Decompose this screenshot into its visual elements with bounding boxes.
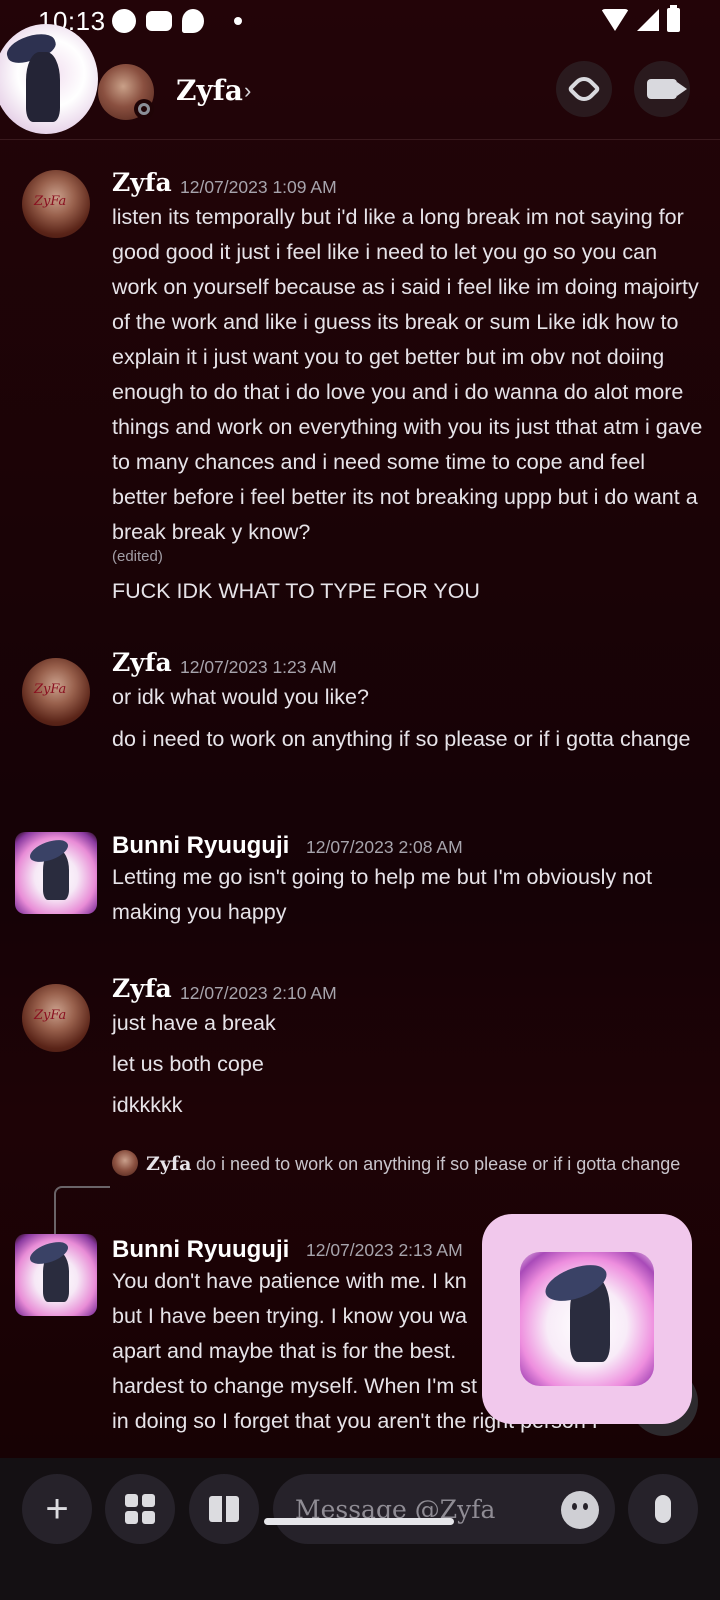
video-call-button[interactable] <box>634 61 690 117</box>
message-text: idkkkkk <box>112 1093 183 1117</box>
message-text: Letting me go isn't going to help me but… <box>112 865 653 924</box>
chat-header: Zyfa › <box>0 44 720 140</box>
message-timestamp: 12/07/2023 1:09 AM <box>180 177 337 197</box>
user-avatar[interactable] <box>22 658 90 726</box>
wifi-icon <box>601 9 629 31</box>
microphone-icon <box>655 1495 671 1523</box>
message-text: or idk what would you like? <box>112 685 369 709</box>
plus-icon: + <box>45 1486 69 1531</box>
reply-connector <box>54 1186 110 1236</box>
message-text: just have a break <box>112 1011 276 1035</box>
message-timestamp: 12/07/2023 2:13 AM <box>306 1240 463 1260</box>
emoji-icon[interactable] <box>561 1491 599 1529</box>
video-icon <box>647 79 677 99</box>
message-text: let us both cope <box>112 1052 264 1076</box>
reply-preview-text[interactable]: do i need to work on anything if so plea… <box>112 1150 692 1178</box>
battery-icon <box>667 5 680 32</box>
cell-signal-icon <box>637 9 659 31</box>
gift-button[interactable] <box>189 1474 259 1544</box>
message-author[interactable]: Bunni Ryuuguji <box>112 1236 289 1264</box>
message-author[interactable]: Zyfa <box>112 974 172 1003</box>
user-avatar[interactable] <box>22 984 90 1052</box>
message-text: do i need to work on anything if so plea… <box>112 727 691 751</box>
bubble-avatar-image <box>520 1252 654 1386</box>
more-notifications-dot-icon <box>234 17 242 25</box>
message-input-container[interactable] <box>273 1474 615 1544</box>
user-avatar[interactable] <box>15 832 97 914</box>
message-timestamp: 12/07/2023 2:10 AM <box>180 983 337 1003</box>
message-composer: + <box>0 1458 720 1600</box>
message-author[interactable]: Zyfa <box>112 168 172 197</box>
message-input[interactable] <box>295 1474 545 1544</box>
message-text: FUCK IDK WHAT TO TYPE FOR YOU <box>112 579 480 603</box>
chat-title[interactable]: Zyfa <box>176 74 243 107</box>
discord-icon <box>146 11 172 31</box>
floating-chat-bubble[interactable] <box>482 1214 692 1424</box>
message-author[interactable]: Bunni Ryuuguji <box>112 832 289 860</box>
chevron-right-icon[interactable]: › <box>244 78 251 104</box>
gift-icon <box>209 1496 239 1522</box>
edited-label: (edited) <box>112 548 163 565</box>
app-notification-icon <box>182 9 204 33</box>
user-avatar[interactable] <box>22 170 90 238</box>
notification-icons <box>112 9 242 33</box>
phone-icon <box>567 72 601 106</box>
apps-button[interactable] <box>105 1474 175 1544</box>
messenger-icon <box>112 9 136 33</box>
home-indicator[interactable] <box>264 1518 454 1525</box>
message-author[interactable]: Zyfa <box>112 648 172 677</box>
add-attachment-button[interactable]: + <box>22 1474 92 1544</box>
message-timestamp: 12/07/2023 2:08 AM <box>306 837 463 857</box>
voice-message-button[interactable] <box>628 1474 698 1544</box>
apps-icon <box>125 1494 155 1524</box>
system-icons <box>601 5 680 32</box>
status-bar: 10:13 <box>0 0 720 44</box>
message-text: listen its temporally but i'd like a lon… <box>112 205 703 544</box>
voice-call-button[interactable] <box>556 61 612 117</box>
offline-status-icon <box>134 99 154 119</box>
user-avatar[interactable] <box>15 1234 97 1316</box>
message-timestamp: 12/07/2023 1:23 AM <box>180 657 337 677</box>
